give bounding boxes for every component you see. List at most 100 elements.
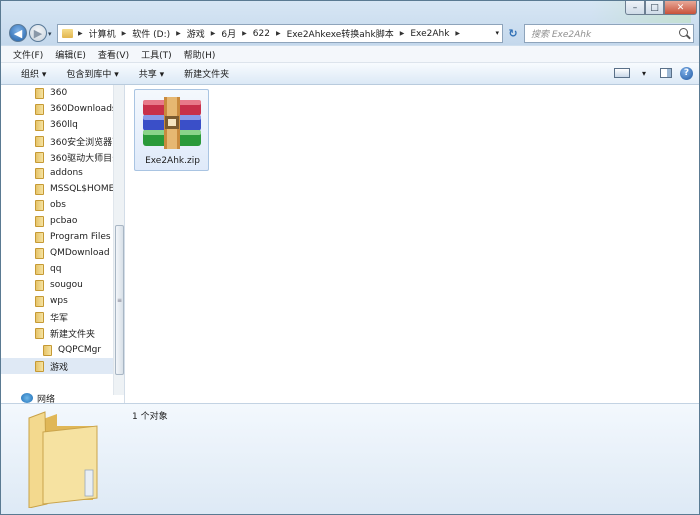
- breadcrumb-separator[interactable]: ▶: [240, 30, 249, 37]
- folder-icon: [35, 215, 44, 227]
- tree-item-label: MSSQL$HOME: [50, 184, 113, 194]
- command-bar: 组织 ▾ 包含到库中 ▾ 共享 ▾ 新建文件夹 ▾ ?: [1, 63, 699, 85]
- tree-item-mssql[interactable]: MSSQL$HOME: [1, 181, 113, 197]
- tree-item-360-browser[interactable]: 360安全浏览器下: [1, 133, 113, 149]
- tree-item-360-driver[interactable]: 360驱动大师目录: [1, 149, 113, 165]
- details-pane: [1, 403, 699, 514]
- tree-item-sougou[interactable]: sougou: [1, 277, 113, 293]
- menu-tools[interactable]: 工具(T): [135, 48, 178, 61]
- tree-item-program-files[interactable]: Program Files (: [1, 229, 113, 245]
- tree-item-360[interactable]: 360: [1, 85, 113, 101]
- folder-icon: [35, 167, 44, 179]
- tree-item-label: addons: [50, 168, 83, 178]
- folder-icon: [35, 327, 44, 339]
- tree-item-huajun[interactable]: 华军: [1, 309, 113, 325]
- folder-icon: [35, 295, 44, 307]
- tree-item-games[interactable]: 游戏: [1, 358, 113, 374]
- tree-item-label: 新建文件夹: [50, 329, 96, 340]
- breadcrumb-separator[interactable]: ▶: [398, 30, 407, 37]
- tree-item-label: QMDownload: [50, 248, 110, 258]
- breadcrumb-june[interactable]: 6月: [217, 27, 240, 40]
- preview-pane-button[interactable]: [658, 66, 674, 80]
- breadcrumb-separator[interactable]: ▶: [274, 30, 283, 37]
- menu-view[interactable]: 查看(V): [92, 48, 135, 61]
- file-item[interactable]: Exe2Ahk.zip: [134, 89, 209, 171]
- breadcrumb-separator[interactable]: ▶: [209, 30, 218, 37]
- tree-item-label: 华军: [50, 313, 69, 324]
- menu-edit[interactable]: 编辑(E): [49, 48, 92, 61]
- share-button[interactable]: 共享 ▾: [131, 67, 172, 80]
- folder-icon: [62, 29, 73, 38]
- breadcrumb-exe2ahk-converter[interactable]: Exe2Ahkexe转换ahk脚本: [283, 27, 398, 40]
- tree-item-qq[interactable]: qq: [1, 261, 113, 277]
- folder-icon: [35, 87, 44, 99]
- refresh-button[interactable]: ↻: [504, 24, 522, 43]
- tree-item-addons[interactable]: addons: [1, 165, 113, 181]
- tree-item-new-folder[interactable]: 新建文件夹: [1, 325, 113, 341]
- recent-pages-dropdown[interactable]: ▾: [48, 30, 52, 38]
- breadcrumb-separator[interactable]: ▶: [453, 30, 462, 37]
- breadcrumb-separator[interactable]: ▶: [76, 30, 85, 37]
- minimize-button[interactable]: –: [625, 1, 645, 15]
- tree-item-label: 360Downloads: [50, 104, 113, 114]
- tree-item-label: 360llq: [50, 120, 78, 130]
- preview-pane-icon: [660, 68, 672, 78]
- folder-icon: [35, 231, 44, 243]
- new-folder-button[interactable]: 新建文件夹: [176, 67, 237, 80]
- include-in-library-button[interactable]: 包含到库中 ▾: [58, 67, 126, 80]
- tree-item-obs[interactable]: obs: [1, 197, 113, 213]
- menu-bar: 文件(F) 编辑(E) 查看(V) 工具(T) 帮助(H): [1, 46, 699, 63]
- tree-item-label: Program Files (: [50, 232, 113, 242]
- breadcrumb-622[interactable]: 622: [249, 29, 274, 39]
- help-icon[interactable]: ?: [680, 66, 693, 80]
- item-count: 1 个对象: [132, 412, 168, 422]
- breadcrumb-separator[interactable]: ▶: [174, 30, 183, 37]
- tree-item-qmdownload[interactable]: QMDownload: [1, 245, 113, 261]
- search-icon[interactable]: [679, 28, 688, 37]
- folder-icon: [43, 344, 52, 356]
- scroll-thumb[interactable]: ≡: [115, 225, 124, 375]
- winrar-archive-icon: [143, 97, 201, 149]
- maximize-button[interactable]: □: [645, 1, 664, 15]
- breadcrumb-computer[interactable]: 计算机: [85, 27, 120, 40]
- folder-icon: [35, 135, 44, 147]
- folder-icon: [35, 360, 44, 372]
- breadcrumb-separator[interactable]: ▶: [120, 30, 129, 37]
- file-list: Exe2Ahk.zip: [125, 85, 699, 403]
- folder-icon: [35, 103, 44, 115]
- folder-icon: [35, 151, 44, 163]
- folder-icon: [35, 279, 44, 291]
- tree-item-qqpcmgr[interactable]: QQPCMgr: [1, 342, 113, 358]
- folder-icon: [35, 183, 44, 195]
- address-bar[interactable]: ▶ 计算机 ▶ 软件 (D:) ▶ 游戏 ▶ 6月 ▶ 622 ▶ Exe2Ah…: [57, 24, 503, 43]
- back-button[interactable]: ◀: [9, 24, 27, 42]
- address-history-dropdown[interactable]: ▾: [495, 29, 499, 37]
- views-icon: [614, 68, 630, 78]
- view-options-dropdown[interactable]: ▾: [636, 66, 652, 80]
- folder-icon: [35, 247, 44, 259]
- search-placeholder: 搜索 Exe2Ahk: [531, 30, 592, 40]
- breadcrumb-games[interactable]: 游戏: [183, 27, 209, 40]
- menu-file[interactable]: 文件(F): [7, 48, 49, 61]
- folder-icon: [35, 199, 44, 211]
- organize-button[interactable]: 组织 ▾: [13, 67, 54, 80]
- tree-item-label: 360安全浏览器下: [50, 137, 113, 148]
- breadcrumb-drive-d[interactable]: 软件 (D:): [128, 27, 174, 40]
- menu-help[interactable]: 帮助(H): [178, 48, 222, 61]
- tree-item-360llq[interactable]: 360llq: [1, 117, 113, 133]
- close-button[interactable]: ✕: [664, 1, 697, 15]
- change-view-button[interactable]: [614, 66, 630, 80]
- file-name: Exe2Ahk.zip: [145, 156, 200, 166]
- folder-icon: [35, 119, 44, 131]
- tree-item-label: obs: [50, 200, 66, 210]
- nav-scrollbar[interactable]: ≡: [113, 85, 124, 395]
- forward-button[interactable]: ▶: [29, 24, 47, 42]
- folder-icon: [28, 411, 98, 508]
- network-icon: [21, 393, 33, 403]
- search-input[interactable]: 搜索 Exe2Ahk: [524, 24, 694, 43]
- tree-item-label: QQPCMgr: [58, 345, 102, 355]
- tree-item-wps[interactable]: wps: [1, 293, 113, 309]
- tree-item-pcbao[interactable]: pcbao: [1, 213, 113, 229]
- tree-item-360downloads[interactable]: 360Downloads: [1, 101, 113, 117]
- breadcrumb-exe2ahk[interactable]: Exe2Ahk: [406, 29, 453, 39]
